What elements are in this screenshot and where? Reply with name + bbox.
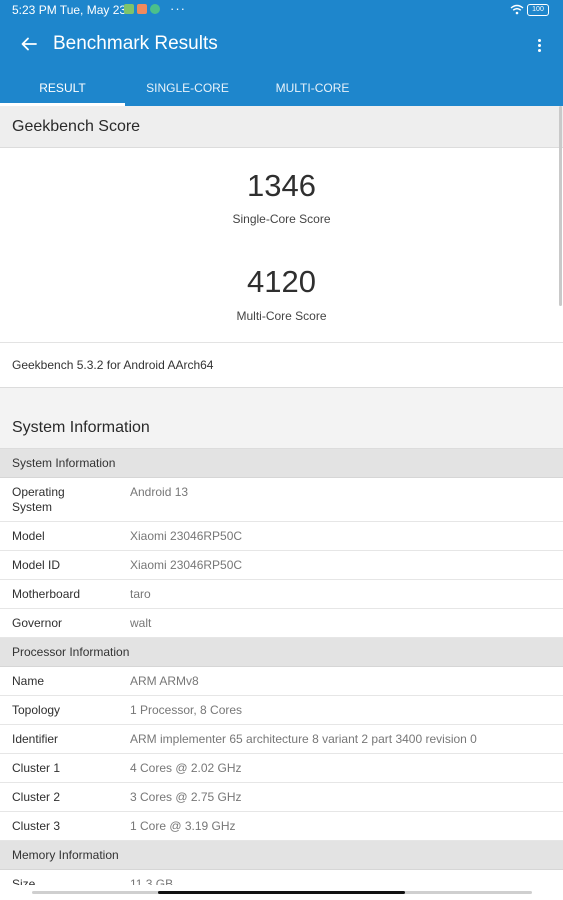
status-time: 5:23 PM Tue, May 23: [12, 3, 127, 17]
info-value: 1 Processor, 8 Cores: [130, 703, 243, 717]
geekbench-score-header: Geekbench Score: [0, 106, 563, 148]
group-header-system: System Information: [0, 449, 563, 478]
more-vert-icon-dot: [537, 43, 541, 47]
info-key: Name: [12, 674, 45, 688]
info-value: 3 Cores @ 2.75 GHz: [130, 790, 242, 804]
info-value: Xiaomi 23046RP50C: [130, 558, 243, 572]
page-title: Benchmark Results: [53, 33, 218, 54]
gesture-nav-bar: [0, 885, 563, 900]
multi-core-score-value: 4120: [247, 264, 316, 299]
group-header-processor: Processor Information: [0, 638, 563, 667]
overflow-menu-button[interactable]: [529, 34, 549, 56]
info-key: Motherboard: [12, 587, 81, 601]
info-value: taro: [130, 587, 151, 601]
info-key: Topology: [12, 703, 61, 717]
info-value: ARM ARMv8: [130, 674, 199, 688]
info-row-topology: Topology 1 Processor, 8 Cores: [0, 696, 563, 725]
info-key: Governor: [12, 616, 63, 630]
info-row-cluster-2: Cluster 2 3 Cores @ 2.75 GHz: [0, 783, 563, 812]
info-key: Model ID: [12, 558, 61, 572]
tab-bar: RESULT SINGLE-CORE MULTI-CORE: [0, 70, 563, 106]
info-row-identifier: Identifier ARM implementer 65 architectu…: [0, 725, 563, 754]
home-handle[interactable]: [158, 891, 405, 894]
results-content[interactable]: Geekbench Score 1346 Single-Core Score 4…: [0, 106, 563, 899]
info-value: walt: [130, 616, 152, 630]
back-arrow-icon: [21, 37, 37, 51]
system-information-title: System Information: [0, 408, 563, 449]
app-notification-icon: [150, 4, 160, 14]
back-button[interactable]: [16, 32, 42, 56]
tab-single-core[interactable]: SINGLE-CORE: [125, 70, 250, 106]
multi-core-score-label: Multi-Core Score: [236, 309, 327, 323]
app-notification-icon: [137, 4, 147, 14]
app-notification-icon: [124, 4, 134, 14]
info-value: 1 Core @ 3.19 GHz: [130, 819, 236, 833]
info-row-model: Model Xiaomi 23046RP50C: [0, 522, 563, 551]
app-bar: 5:23 PM Tue, May 23 ··· 100 Benchmark Re…: [0, 0, 563, 106]
section-spacer: [0, 388, 563, 408]
info-key: Identifier: [12, 732, 59, 746]
more-notifications-icon: ···: [170, 1, 186, 16]
info-row-cluster-3: Cluster 3 1 Core @ 3.19 GHz: [0, 812, 563, 841]
info-row-model-id: Model ID Xiaomi 23046RP50C: [0, 551, 563, 580]
tab-multi-core[interactable]: MULTI-CORE: [250, 70, 375, 106]
single-core-score-label: Single-Core Score: [232, 212, 331, 226]
info-row-motherboard: Motherboard taro: [0, 580, 563, 609]
status-bar: 5:23 PM Tue, May 23 ··· 100: [0, 0, 563, 20]
info-value: ARM implementer 65 architecture 8 varian…: [130, 732, 477, 746]
info-key: Model: [12, 529, 45, 543]
scrollbar[interactable]: [559, 106, 562, 306]
tab-result[interactable]: RESULT: [0, 70, 125, 106]
more-vert-icon-dot: [537, 48, 541, 52]
wifi-icon: [510, 4, 524, 18]
notification-icons: [124, 4, 160, 14]
info-row-operating-system: Operating System Android 13: [0, 478, 563, 522]
info-key: Cluster 3: [12, 819, 61, 833]
info-row-cluster-1: Cluster 1 4 Cores @ 2.02 GHz: [0, 754, 563, 783]
info-key: Cluster 1: [12, 761, 61, 775]
group-header-memory: Memory Information: [0, 841, 563, 870]
info-row-name: Name ARM ARMv8: [0, 667, 563, 696]
info-value: Android 13: [130, 485, 189, 499]
info-key: Operating System: [12, 485, 65, 514]
battery-icon: 100: [527, 4, 549, 16]
more-vert-icon: [537, 38, 541, 42]
info-row-governor: Governor walt: [0, 609, 563, 638]
score-card: 1346 Single-Core Score 4120 Multi-Core S…: [0, 148, 563, 343]
info-key: Cluster 2: [12, 790, 61, 804]
single-core-score-value: 1346: [247, 168, 316, 203]
info-value: 4 Cores @ 2.02 GHz: [130, 761, 242, 775]
version-info: Geekbench 5.3.2 for Android AArch64: [0, 343, 563, 388]
info-value: Xiaomi 23046RP50C: [130, 529, 243, 543]
